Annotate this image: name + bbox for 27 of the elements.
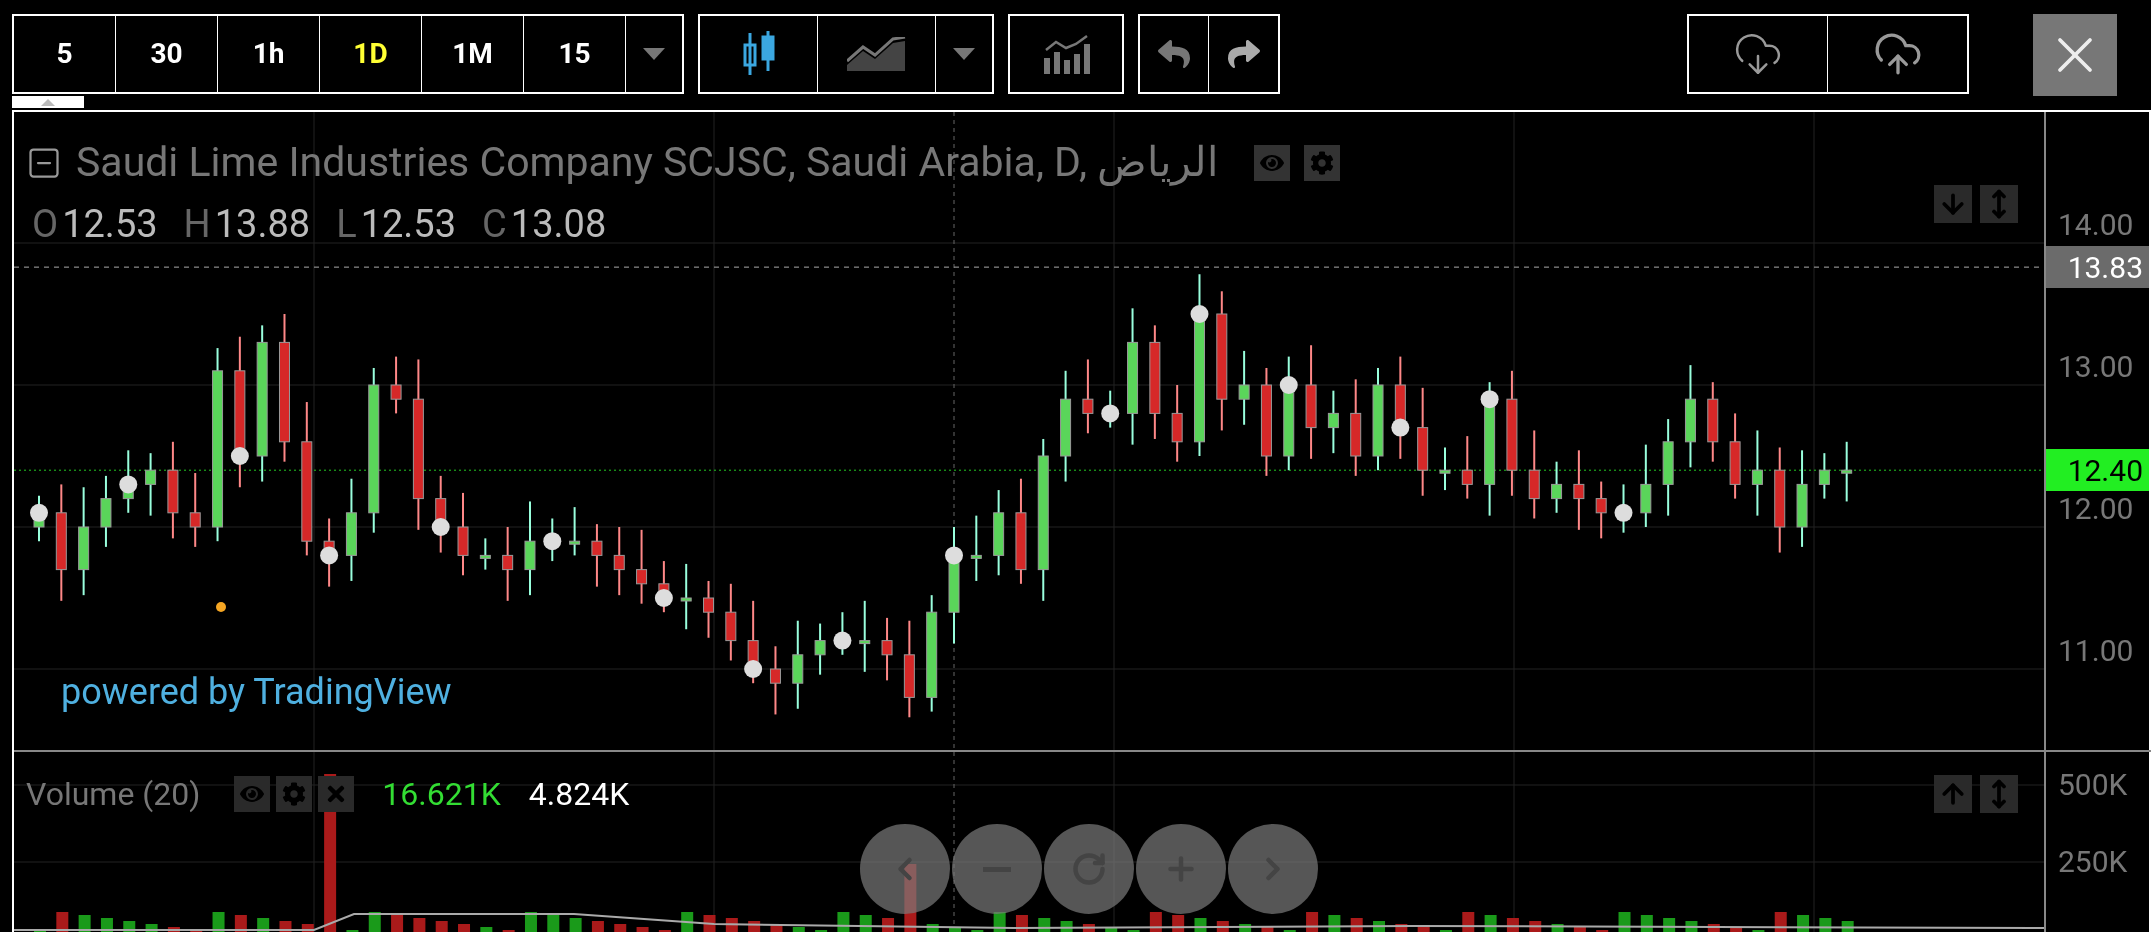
price-marker: 12.40 <box>2046 449 2149 492</box>
interval-tab[interactable]: 5 <box>14 16 116 92</box>
ohlc-label: H <box>183 200 211 248</box>
branding-link[interactable]: powered by TradingView <box>61 665 452 719</box>
symbol-title: Saudi Lime Industries Company SCJSC, Saudi Arabia, D, الرياض <box>76 137 1219 188</box>
volume-value: 4.824K <box>528 774 630 815</box>
interval-tab[interactable]: 15 <box>524 16 626 92</box>
ohlc-label: C <box>482 200 507 248</box>
ohlc-value: 12.53 <box>360 200 457 248</box>
ohlc-value: 13.88 <box>214 200 311 248</box>
interval-tab[interactable]: 1D <box>320 16 422 92</box>
interval-tab[interactable]: 30 <box>116 16 218 92</box>
price-marker: 13.83 <box>2046 246 2149 289</box>
ohlc-label: L <box>336 200 357 248</box>
price-tick: 14.00 <box>2058 210 2134 240</box>
volume-title: Volume (20) <box>26 774 201 815</box>
volume-value: 16.621K <box>382 774 501 815</box>
interval-tab[interactable]: 1h <box>218 16 320 92</box>
price-tick: 11.00 <box>2058 636 2134 666</box>
ohlc-label: O <box>32 200 59 248</box>
price-tick: 13.00 <box>2058 352 2134 382</box>
ohlc-value: 12.53 <box>62 200 158 248</box>
interval-tab[interactable]: 1M <box>422 16 524 92</box>
price-tick: 12.00 <box>2058 494 2134 524</box>
volume-tick: 500K <box>2058 770 2128 800</box>
ohlc-value: 13.08 <box>510 200 607 248</box>
volume-tick: 250K <box>2058 847 2128 877</box>
